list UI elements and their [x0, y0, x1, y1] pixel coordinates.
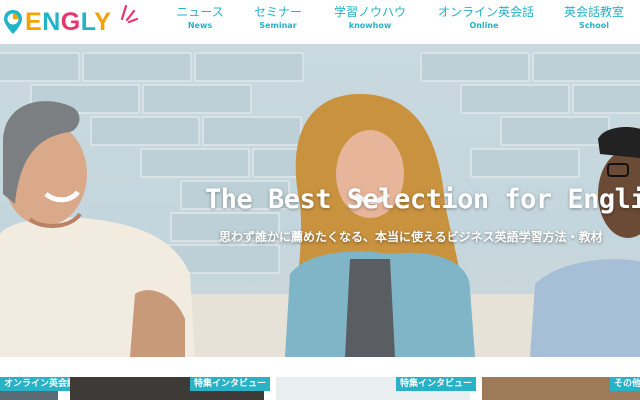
logo-letter: L	[80, 8, 95, 36]
nav-item-knowhow[interactable]: 学習ノウハウ knowhow	[334, 5, 406, 32]
site-logo[interactable]: ENGLY	[2, 4, 138, 38]
nav-label: ニュース	[176, 5, 224, 19]
nav-item-school[interactable]: 英会話教室 School	[562, 5, 626, 32]
logo-letter: G	[60, 8, 81, 36]
hero-subtitle: 思わず誰かに薦めたくなる、本当に使えるビジネス英語学習方法・教材	[219, 230, 603, 244]
nav-item-news[interactable]: ニュース News	[172, 5, 228, 32]
hero-banner: The Best Selection for English L 思わず誰かに薦…	[0, 44, 640, 357]
logo-letter: N	[42, 8, 61, 36]
hero-title: The Best Selection for English L	[205, 184, 640, 215]
nav-sublabel: Seminar	[259, 21, 297, 30]
nav-item-online[interactable]: オンライン英会話 Online	[438, 5, 535, 32]
nav-sublabel: News	[187, 21, 213, 30]
site-header: ENGLY ニュース News セミナー Seminar 学習ノウハウ know…	[0, 0, 640, 44]
sparkle-icon	[120, 4, 138, 23]
nav-label: 学習ノウハウ	[334, 5, 407, 19]
category-tag[interactable]: 特集インタビュー	[396, 377, 477, 391]
nav-label: 英会話教室	[563, 5, 624, 19]
logo-letter: E	[25, 8, 43, 36]
logo-letter: Y	[94, 8, 112, 36]
nav-label: セミナー	[253, 5, 302, 19]
category-tag[interactable]: その他	[610, 377, 640, 391]
nav-sublabel: School	[579, 21, 609, 30]
nav-label: オンライン英会話	[438, 5, 535, 19]
nav-item-seminar[interactable]: セミナー Seminar	[250, 5, 306, 32]
article-cards-strip: オンライン英会話 特集インタビュー 特集インタビュー その他	[0, 357, 640, 400]
nav-sublabel: knowhow	[348, 21, 392, 30]
category-tag[interactable]: オンライン英会話	[0, 377, 81, 391]
nav-sublabel: Online	[469, 21, 499, 30]
location-pin-icon	[4, 10, 22, 34]
category-tag[interactable]: 特集インタビュー	[190, 377, 271, 391]
logo-wordmark: ENGLY	[25, 6, 111, 38]
